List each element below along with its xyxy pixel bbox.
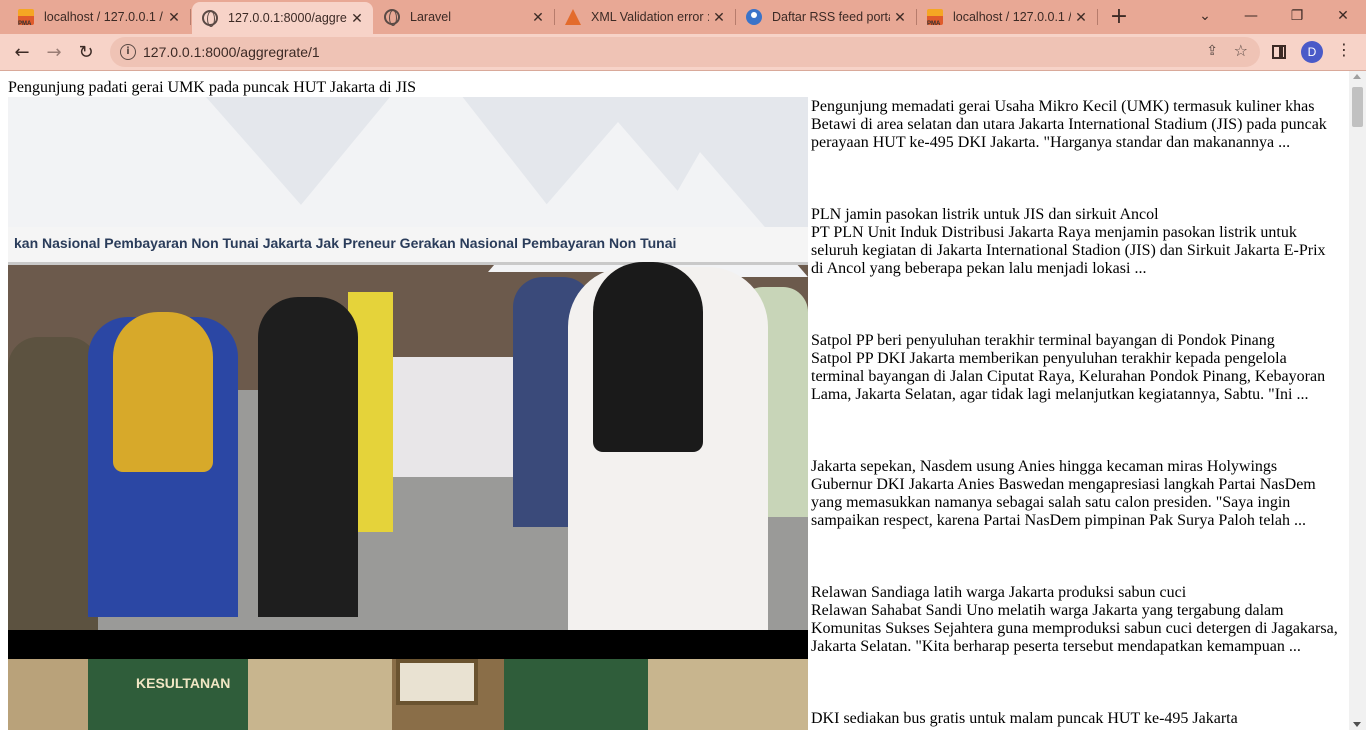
address-url[interactable]: 127.0.0.1:8000/aggregrate/1	[143, 44, 320, 60]
news-headline: Jakarta sepekan, Nasdem usung Anies hing…	[811, 458, 1278, 475]
news-headline: Satpol PP beri penyuluhan terakhir termi…	[811, 332, 1275, 349]
vertical-scrollbar[interactable]	[1349, 71, 1366, 730]
tab-title: localhost / 127.0.0.1 /	[44, 10, 163, 24]
visitor-hijab	[593, 262, 703, 452]
news-summary: Gubernur DKI Jakarta Anies Baswedan meng…	[811, 476, 1316, 529]
close-icon[interactable]: ✕	[1071, 9, 1091, 26]
news-photo-kesultanan: KESULTANAN	[8, 659, 808, 730]
close-icon[interactable]: ✕	[709, 9, 729, 26]
news-summary: Satpol PP DKI Jakarta memberikan penyulu…	[811, 350, 1326, 403]
news-photo-umk-booths: kan Nasional Pembayaran Non Tunai Jakart…	[8, 97, 808, 659]
photo-scene: kan Nasional Pembayaran Non Tunai Jakart…	[8, 97, 808, 630]
news-headline: PLN jamin pasokan listrik untuk JIS dan …	[811, 206, 1159, 223]
tab-localhost-pma-2[interactable]: localhost / 127.0.0.1 / ✕	[917, 0, 1098, 34]
tab-title: Daftar RSS feed porta	[772, 10, 890, 24]
news-summary: PT PLN Unit Induk Distribusi Jakarta Ray…	[811, 224, 1326, 277]
minimize-button[interactable]: —	[1228, 0, 1274, 32]
news-headline: Relawan Sandiaga latih warga Jakarta pro…	[811, 584, 1187, 601]
close-icon[interactable]: ✕	[528, 9, 548, 26]
reload-icon[interactable]: ↻	[72, 38, 100, 66]
menu-dots-icon[interactable]: ⋮	[1336, 40, 1352, 59]
browser-toolbar: ← → ↻ i 127.0.0.1:8000/aggregrate/1 ⇪ ☆ …	[0, 34, 1366, 71]
visitor-figure	[258, 297, 358, 617]
page-viewport: Pengunjung padati gerai UMK pada puncak …	[0, 71, 1349, 730]
address-bar[interactable]: i 127.0.0.1:8000/aggregrate/1 ⇪ ☆	[110, 37, 1260, 67]
tab-title: localhost / 127.0.0.1 /	[953, 10, 1071, 24]
tab-rss-feed[interactable]: Daftar RSS feed porta ✕	[736, 0, 917, 34]
tab-xml-validation[interactable]: XML Validation error : ✕	[555, 0, 736, 34]
tab-aggregrate[interactable]: 127.0.0.1:8000/aggreg ✕	[192, 2, 373, 34]
globe-icon	[202, 10, 218, 27]
globe-icon	[384, 9, 400, 26]
scroll-up-arrow-icon[interactable]	[1353, 74, 1361, 79]
tab-strip: localhost / 127.0.0.1 / ✕ 127.0.0.1:8000…	[0, 0, 1366, 34]
back-arrow-icon[interactable]: ←	[8, 38, 36, 66]
tab-title: 127.0.0.1:8000/aggreg	[228, 11, 347, 25]
scroll-down-arrow-icon[interactable]	[1353, 722, 1361, 727]
close-window-button[interactable]: ✕	[1320, 0, 1366, 32]
news-item: PLN jamin pasokan listrik untuk JIS dan …	[811, 206, 1341, 278]
tab-laravel[interactable]: Laravel ✕	[374, 0, 555, 34]
tab-separator	[190, 9, 191, 25]
pma-icon	[927, 9, 943, 27]
photo-flag-label: KESULTANAN	[136, 675, 231, 691]
close-icon[interactable]: ✕	[164, 9, 184, 26]
tab-search-chevron-icon[interactable]: ⌄	[1182, 0, 1228, 32]
scrollbar-thumb[interactable]	[1352, 87, 1363, 127]
page-title: Pengunjung padati gerai UMK pada puncak …	[8, 79, 417, 96]
photo-banner: kan Nasional Pembayaran Non Tunai Jakart…	[8, 227, 808, 265]
new-tab-button[interactable]: +	[1108, 4, 1130, 30]
tab-title: XML Validation error :	[591, 10, 709, 24]
tab-localhost-pma-1[interactable]: localhost / 127.0.0.1 / ✕	[0, 0, 191, 34]
news-headline: DKI sediakan bus gratis untuk malam punc…	[811, 710, 1238, 727]
news-summary: Relawan Sahabat Sandi Uno melatih warga …	[811, 602, 1338, 655]
news-summary: Pengunjung memadati gerai Usaha Mikro Ke…	[811, 98, 1327, 151]
booth-counter	[393, 357, 533, 477]
news-item: DKI sediakan bus gratis untuk malam punc…	[811, 710, 1341, 728]
side-panel-icon[interactable]	[1272, 45, 1286, 59]
pma-icon	[18, 9, 34, 27]
news-item: Jakarta sepekan, Nasdem usung Anies hing…	[811, 458, 1341, 530]
close-icon[interactable]: ✕	[347, 10, 367, 27]
photo-frame	[396, 659, 478, 705]
avatar[interactable]: D	[1301, 41, 1323, 63]
forward-arrow-icon[interactable]: →	[40, 38, 68, 66]
tab-title: Laravel	[410, 10, 451, 24]
tab-separator	[1097, 9, 1098, 25]
rss-icon	[746, 9, 762, 25]
share-icon[interactable]: ⇪	[1206, 43, 1218, 59]
news-item: Pengunjung memadati gerai Usaha Mikro Ke…	[811, 98, 1341, 152]
news-item: Satpol PP beri penyuluhan terakhir termi…	[811, 332, 1341, 404]
bookmark-star-icon[interactable]: ☆	[1234, 41, 1248, 60]
site-info-icon[interactable]: i	[120, 44, 136, 60]
restore-button[interactable]: ❐	[1274, 0, 1320, 32]
visitor-figure	[8, 337, 98, 630]
xml-icon	[565, 9, 581, 25]
news-item: Relawan Sandiaga latih warga Jakarta pro…	[811, 584, 1341, 656]
close-icon[interactable]: ✕	[890, 9, 910, 26]
visitor-hijab	[113, 312, 213, 472]
